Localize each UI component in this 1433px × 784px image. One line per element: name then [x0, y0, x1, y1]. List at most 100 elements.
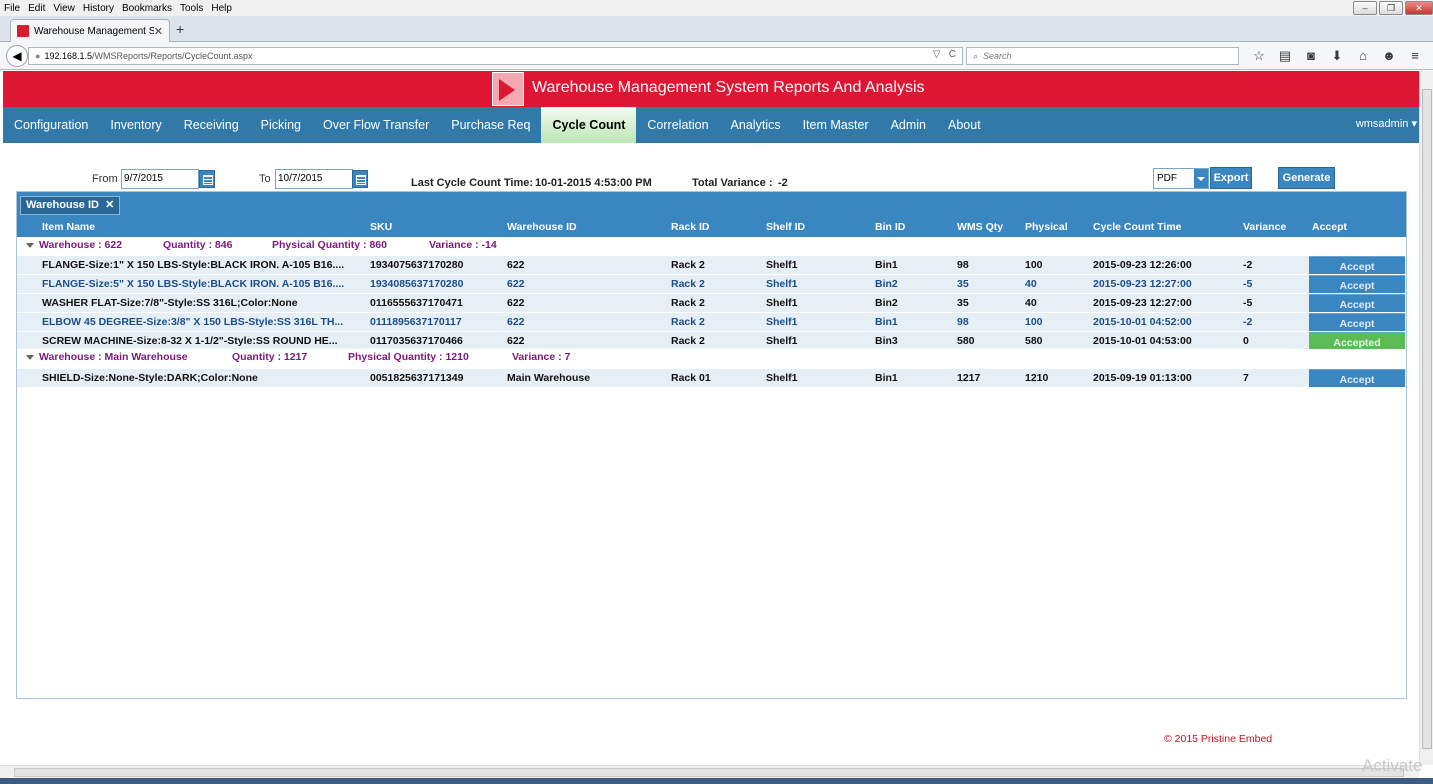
close-window-icon[interactable]: ✕ [1405, 1, 1433, 15]
menu-bookmarks[interactable]: Bookmarks [122, 3, 172, 14]
taskbar [0, 778, 1433, 784]
nav-about[interactable]: About [937, 107, 992, 143]
nav-configuration[interactable]: Configuration [3, 107, 99, 143]
nav-inventory[interactable]: Inventory [99, 107, 172, 143]
accept-button[interactable]: Accept [1309, 369, 1405, 387]
restore-icon[interactable]: ❐ [1379, 1, 1403, 15]
nav-admin[interactable]: Admin [880, 107, 937, 143]
nav-overflow-transfer[interactable]: Over Flow Transfer [312, 107, 440, 143]
back-arrow-icon[interactable]: ◀ [6, 45, 28, 67]
remove-group-icon[interactable]: ✕ [102, 199, 114, 211]
close-tab-icon[interactable]: ✕ [154, 25, 163, 38]
user-menu[interactable]: wmsadmin ▾ [1356, 117, 1417, 130]
minimize-icon[interactable]: – [1353, 1, 1377, 15]
cell-item-name: SCREW MACHINE-Size:8-32 X 1-1/2"-Style:S… [42, 335, 338, 347]
menu-help[interactable]: Help [211, 3, 232, 14]
cell-bin-id: Bin1 [875, 259, 898, 271]
nav-receiving[interactable]: Receiving [173, 107, 250, 143]
col-item-name[interactable]: Item Name [42, 221, 95, 233]
collapse-caret-icon[interactable] [26, 355, 34, 360]
from-calendar-icon[interactable] [199, 170, 215, 188]
cell-bin-id: Bin1 [875, 372, 898, 384]
browser-tab[interactable]: Warehouse Management S... ✕ [10, 19, 170, 42]
search-icon: ⌕ [973, 50, 979, 61]
cell-variance: -5 [1243, 278, 1253, 290]
group-chip[interactable]: Warehouse ID ✕ [20, 196, 121, 215]
bookmark-star-icon[interactable]: ☆ [1246, 48, 1272, 64]
export-format-select[interactable]: PDF [1153, 168, 1209, 189]
col-sku[interactable]: SKU [370, 221, 392, 233]
group-header-row: Warehouse : Main Warehouse Quantity : 12… [17, 349, 1406, 367]
accepted-status-button: Accepted [1309, 332, 1405, 350]
vertical-scrollbar[interactable] [1419, 71, 1433, 765]
group-variance: Variance : 7 [512, 351, 571, 363]
col-physical[interactable]: Physical [1025, 221, 1068, 233]
nav-analytics[interactable]: Analytics [720, 107, 792, 143]
home-icon[interactable]: ⌂ [1350, 48, 1376, 64]
cell-sku: 1934075637170280 [370, 259, 464, 271]
hamburger-menu-icon[interactable]: ≡ [1402, 48, 1428, 64]
nav-purchase-req[interactable]: Purchase Req [440, 107, 541, 143]
col-wms-qty[interactable]: WMS Qty [957, 221, 1003, 233]
cell-shelf-id: Shelf1 [766, 372, 798, 384]
url-bar[interactable]: ● 192.168.1.5 /WMSReports/Reports/CycleC… [28, 47, 963, 65]
nav-correlation[interactable]: Correlation [636, 107, 719, 143]
cell-cycle-count-time: 2015-09-19 01:13:00 [1093, 372, 1192, 384]
cell-rack-id: Rack 2 [671, 316, 705, 328]
to-calendar-icon[interactable] [352, 170, 368, 188]
cell-bin-id: Bin2 [875, 278, 898, 290]
chevron-down-icon [1194, 169, 1208, 188]
chevron-down-icon: ▾ [1411, 118, 1417, 130]
browser-navbar: ◀ ● 192.168.1.5 /WMSReports/Reports/Cycl… [0, 42, 1433, 70]
cell-warehouse-id: 622 [507, 316, 525, 328]
col-accept[interactable]: Accept [1312, 221, 1347, 233]
export-button[interactable]: Export [1210, 167, 1252, 189]
group-variance: Variance : -14 [429, 239, 497, 251]
cell-physical: 580 [1025, 335, 1043, 347]
scroll-thumb[interactable] [14, 768, 1404, 777]
cell-rack-id: Rack 2 [671, 335, 705, 347]
menu-edit[interactable]: Edit [28, 3, 45, 14]
menu-view[interactable]: View [53, 3, 75, 14]
scroll-thumb[interactable] [1422, 89, 1432, 749]
accept-button[interactable]: Accept [1309, 313, 1405, 331]
col-warehouse-id[interactable]: Warehouse ID [507, 221, 577, 233]
cell-wms-qty: 35 [957, 297, 969, 309]
horizontal-scrollbar[interactable] [0, 765, 1419, 778]
to-date-input[interactable]: 10/7/2015 [275, 169, 353, 189]
col-shelf-id[interactable]: Shelf ID [766, 221, 805, 233]
accept-button[interactable]: Accept [1309, 294, 1405, 312]
cell-shelf-id: Shelf1 [766, 316, 798, 328]
nav-cycle-count[interactable]: Cycle Count [541, 107, 637, 143]
table-row: SCREW MACHINE-Size:8-32 X 1-1/2"-Style:S… [17, 332, 1406, 350]
browser-menubar: File Edit View History Bookmarks Tools H… [0, 0, 1433, 16]
menu-tools[interactable]: Tools [180, 3, 203, 14]
generate-button[interactable]: Generate [1278, 167, 1335, 189]
from-date-input[interactable]: 9/7/2015 [121, 169, 199, 189]
pocket-icon[interactable]: ◙ [1298, 48, 1324, 64]
chat-icon[interactable]: ☻ [1376, 48, 1402, 64]
collapse-caret-icon[interactable] [26, 243, 34, 248]
window-controls: – ❐ ✕ [1351, 1, 1433, 15]
reload-icon[interactable]: ▽ C [933, 49, 956, 60]
accept-button[interactable]: Accept [1309, 256, 1405, 274]
table-row: FLANGE-Size:5" X 150 LBS-Style:BLACK IRO… [17, 275, 1406, 293]
cell-sku: 1934085637170280 [370, 278, 464, 290]
cell-sku: 0116555637170471 [370, 297, 463, 309]
new-tab-icon[interactable]: + [176, 21, 184, 37]
reading-list-icon[interactable]: ▤ [1272, 48, 1298, 64]
menu-history[interactable]: History [83, 3, 114, 14]
download-icon[interactable]: ⬇ [1324, 48, 1350, 64]
nav-item-master[interactable]: Item Master [792, 107, 880, 143]
nav-picking[interactable]: Picking [250, 107, 312, 143]
col-cycle-count-time[interactable]: Cycle Count Time [1093, 221, 1182, 233]
col-bin-id[interactable]: Bin ID [875, 221, 905, 233]
search-input[interactable]: ⌕ Search [966, 47, 1239, 65]
cell-bin-id: Bin3 [875, 335, 898, 347]
cell-variance: 7 [1243, 372, 1249, 384]
col-rack-id[interactable]: Rack ID [671, 221, 710, 233]
app-nav: Configuration Inventory Receiving Pickin… [3, 107, 1419, 143]
accept-button[interactable]: Accept [1309, 275, 1405, 293]
col-variance[interactable]: Variance [1243, 221, 1286, 233]
menu-file[interactable]: File [4, 3, 20, 14]
